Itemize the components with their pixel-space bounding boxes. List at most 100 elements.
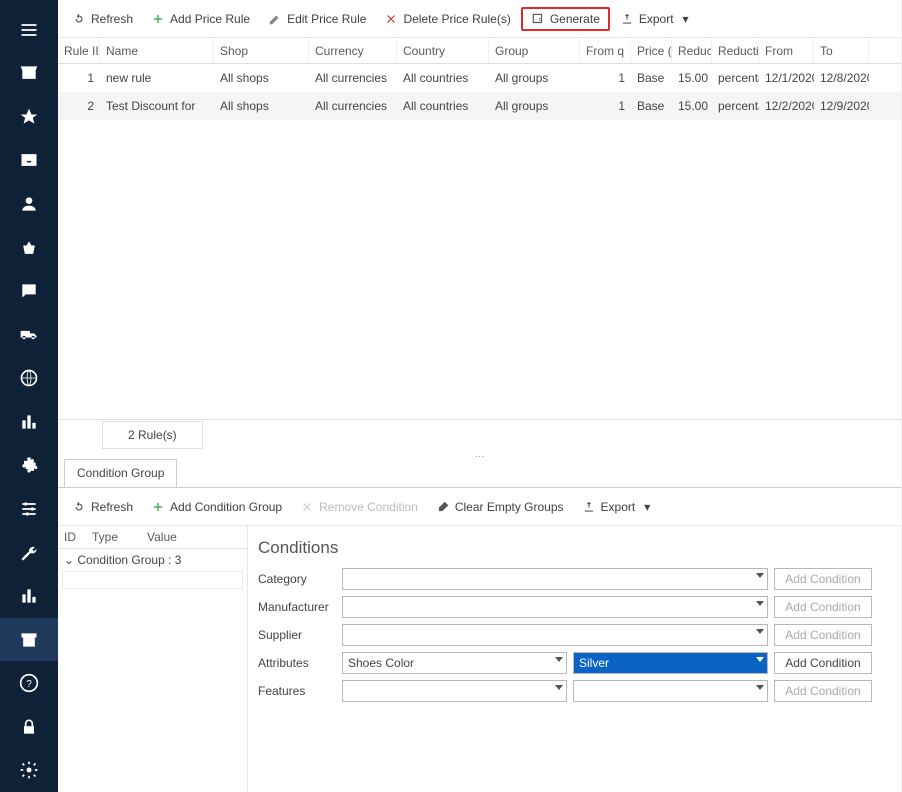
remove-condition-button[interactable]: Remove Condition (292, 495, 426, 519)
tree-col-type[interactable]: Type (86, 526, 141, 548)
sidebar-gear-icon[interactable] (0, 749, 58, 792)
add-condition-button[interactable]: Add Condition (774, 568, 872, 590)
sidebar-basket-icon[interactable] (0, 226, 58, 270)
cell-fromq: 1 (580, 66, 631, 90)
clear-empty-groups-button[interactable]: Clear Empty Groups (428, 495, 572, 519)
grid-footer: 2 Rule(s) (58, 419, 901, 449)
sidebar-lock-icon[interactable] (0, 705, 58, 749)
condition-combo-2[interactable]: Silver (573, 652, 768, 674)
x-icon (300, 500, 314, 514)
table-row[interactable]: 2Test Discount forAll shopsAll currencie… (58, 92, 901, 120)
condition-toolbar: Refresh Add Condition Group Remove Condi… (58, 488, 901, 526)
add-condition-button[interactable]: Add Condition (774, 680, 872, 702)
cell-reducti: percenta (712, 94, 759, 118)
cell-reduct: 15.00 (672, 94, 712, 118)
col-from-qty[interactable]: From q (580, 39, 631, 63)
add-price-rule-button[interactable]: Add Price Rule (143, 7, 258, 31)
sidebar-help-icon[interactable]: ? (0, 661, 58, 705)
cell-name: Test Discount for (100, 94, 214, 118)
grid-body: 1new ruleAll shopsAll currenciesAll coun… (58, 64, 901, 419)
table-row[interactable]: 1new ruleAll shopsAll currenciesAll coun… (58, 64, 901, 92)
lower-panel: Refresh Add Condition Group Remove Condi… (58, 487, 901, 792)
cell-coun: All countries (397, 94, 489, 118)
sidebar-user-icon[interactable] (0, 182, 58, 226)
sidebar-star-icon[interactable] (0, 95, 58, 139)
condition-combo-2[interactable] (573, 680, 768, 702)
col-group[interactable]: Group (489, 39, 580, 63)
col-rule[interactable]: Rule II (58, 39, 100, 63)
col-from-date[interactable]: From (759, 39, 814, 63)
cell-from: 12/2/2020 (759, 94, 814, 118)
cell-reduct: 15.00 (672, 66, 712, 90)
cell-from: 12/1/2020 (759, 66, 814, 90)
sidebar-chat-icon[interactable] (0, 269, 58, 313)
sidebar-truck-icon[interactable] (0, 313, 58, 357)
generate-icon (531, 12, 545, 26)
condition-combo-1[interactable]: Shoes Color (342, 652, 567, 674)
export-icon (620, 12, 634, 26)
tree-group-row[interactable]: ⌄ Condition Group : 3 (58, 549, 247, 571)
sidebar-chart-icon[interactable] (0, 400, 58, 444)
sidebar-puzzle-icon[interactable] (0, 444, 58, 488)
plus-icon (151, 12, 165, 26)
condition-label: Features (258, 684, 336, 698)
add-condition-button[interactable]: Add Condition (774, 652, 872, 674)
sidebar-wrench-icon[interactable] (0, 531, 58, 575)
caret-down-icon: ▾ (640, 500, 654, 514)
refresh-button[interactable]: Refresh (64, 7, 141, 31)
delete-price-rule-button[interactable]: Delete Price Rule(s) (376, 7, 518, 31)
refresh-conditions-button[interactable]: Refresh (64, 495, 141, 519)
x-icon (384, 12, 398, 26)
condition-label: Category (258, 572, 336, 586)
add-condition-button[interactable]: Add Condition (774, 624, 872, 646)
sidebar-shop-icon[interactable] (0, 52, 58, 96)
condition-row-manufacturer: ManufacturerAdd Condition (258, 596, 891, 618)
edit-price-rule-button[interactable]: Edit Price Rule (260, 7, 374, 31)
sidebar-archive-icon[interactable] (0, 618, 58, 662)
add-condition-button[interactable]: Add Condition (774, 596, 872, 618)
condition-combo-1[interactable] (342, 680, 567, 702)
col-price[interactable]: Price (ti (631, 39, 672, 63)
caret-down-icon: ▾ (679, 12, 693, 26)
col-country[interactable]: Country (397, 39, 489, 63)
generate-button[interactable]: Generate (521, 7, 610, 31)
splitter[interactable]: … (58, 449, 901, 459)
refresh-icon (72, 500, 86, 514)
sidebar-inbox-icon[interactable] (0, 139, 58, 183)
col-name[interactable]: Name (100, 39, 214, 63)
tab-bar: Condition Group (58, 459, 901, 487)
col-reduction-type[interactable]: Reducti (712, 39, 759, 63)
plus-icon (151, 500, 165, 514)
sidebar-menu-icon[interactable] (0, 8, 58, 52)
condition-row-category: Category Add Condition (258, 568, 891, 590)
tree-empty-row[interactable] (62, 571, 243, 589)
export-button[interactable]: Export▾ (612, 7, 701, 31)
condition-row-features: Features Add Condition (258, 680, 891, 702)
tab-condition-group[interactable]: Condition Group (64, 459, 177, 487)
sidebar-sliders-icon[interactable] (0, 487, 58, 531)
cell-rule: 2 (58, 94, 100, 118)
conditions-panel: Conditions CategoryAdd ConditionManufact… (248, 526, 901, 792)
cell-shop: All shops (214, 66, 309, 90)
col-reduct[interactable]: Reduct (672, 39, 712, 63)
condition-combo-1[interactable] (342, 568, 768, 590)
refresh-icon (72, 12, 86, 26)
col-to-date[interactable]: To (814, 39, 869, 63)
conditions-title: Conditions (258, 538, 891, 558)
cell-name: new rule (100, 66, 214, 90)
cell-shop: All shops (214, 94, 309, 118)
main-area: Refresh Add Price Rule Edit Price Rule D… (58, 0, 902, 792)
cell-reducti: percenta (712, 66, 759, 90)
sidebar-report-icon[interactable] (0, 574, 58, 618)
sidebar-globe-icon[interactable] (0, 357, 58, 401)
tree-col-value[interactable]: Value (141, 526, 247, 548)
export-conditions-button[interactable]: Export▾ (574, 495, 663, 519)
tree-col-id[interactable]: ID (58, 526, 86, 548)
condition-combo-1[interactable] (342, 624, 768, 646)
add-condition-group-button[interactable]: Add Condition Group (143, 495, 290, 519)
col-shop[interactable]: Shop (214, 39, 309, 63)
cell-coun: All countries (397, 66, 489, 90)
condition-combo-1[interactable] (342, 596, 768, 618)
col-currency[interactable]: Currency (309, 39, 397, 63)
cell-group: All groups (489, 94, 580, 118)
